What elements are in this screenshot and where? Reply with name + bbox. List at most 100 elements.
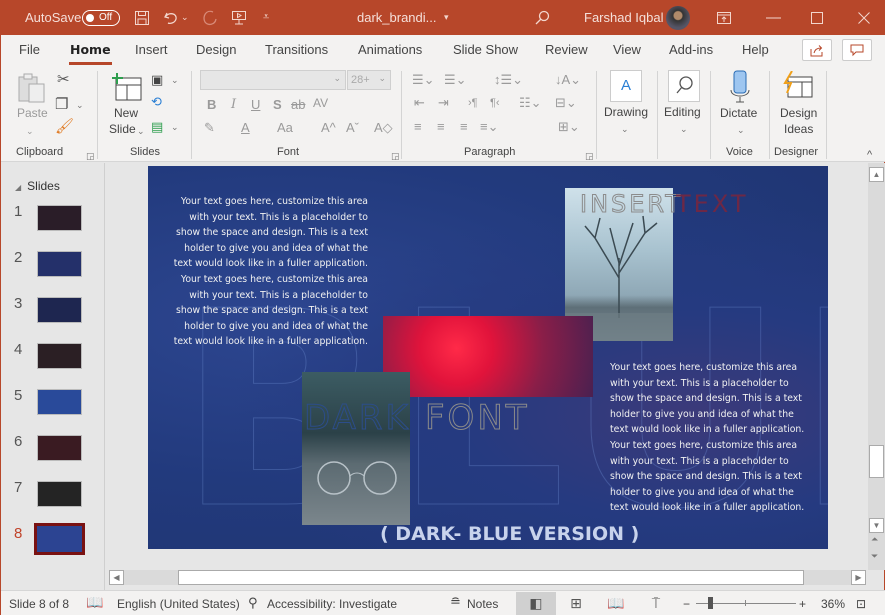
scroll-left-button[interactable]: ◀ [109, 570, 124, 585]
align-left-icon[interactable]: ≡ [414, 119, 422, 135]
decrease-indent-icon[interactable]: ⇤ [414, 95, 425, 111]
slide-thumbnail-8[interactable] [34, 523, 85, 555]
save-icon[interactable] [134, 0, 150, 39]
highlight-icon[interactable]: ✎ [204, 120, 215, 136]
zoom-slider-thumb[interactable] [708, 597, 714, 609]
slide-show-button[interactable]: ⍑ [636, 592, 676, 615]
rtl-icon[interactable]: ¶‹ [490, 95, 500, 111]
tab-design[interactable]: Design [196, 42, 236, 57]
align-center-icon[interactable]: ≡ [437, 119, 445, 135]
underline-button[interactable]: U [251, 97, 260, 113]
notes-button[interactable]: Notes [467, 597, 498, 611]
undo-dropdown-icon[interactable]: ⌄ [181, 0, 189, 35]
decrease-font-icon[interactable]: Aˇ [346, 120, 359, 136]
section-dropdown-icon[interactable]: ⌄ [171, 119, 179, 135]
next-slide-icon[interactable]: ⏷ [871, 551, 878, 562]
spell-check-icon[interactable]: 📖 [86, 594, 103, 611]
cut-icon[interactable]: ✂ [57, 72, 70, 88]
reading-view-button[interactable]: 📖 [596, 592, 636, 615]
zoom-level[interactable]: 36% [821, 597, 845, 611]
section-icon[interactable]: ▤ [151, 119, 163, 135]
horizontal-scroll-thumb[interactable] [178, 570, 804, 585]
scroll-up-button[interactable]: ▲ [869, 167, 884, 182]
insert-heading[interactable]: INSERT [579, 190, 683, 219]
increase-font-icon[interactable]: A^ [321, 120, 336, 136]
vertical-scroll-thumb[interactable] [869, 445, 884, 478]
increase-indent-icon[interactable]: ⇥ [438, 95, 449, 111]
undo-icon[interactable] [163, 0, 181, 39]
ltr-icon[interactable]: ›¶ [468, 95, 478, 111]
slide-thumbnail-3[interactable] [37, 297, 82, 323]
slide-thumbnail-6[interactable] [37, 435, 82, 461]
share-button[interactable] [802, 39, 832, 61]
font-color-icon[interactable]: A [241, 120, 250, 136]
fit-to-window-icon[interactable]: ⊡ [856, 597, 866, 611]
document-title[interactable]: dark_brandi... [357, 0, 437, 35]
collapse-triangle-icon[interactable]: ◢ [15, 183, 21, 192]
previous-slide-icon[interactable]: ⏶ [871, 534, 878, 545]
left-text-box[interactable]: Your text goes here, customize this area… [168, 194, 368, 350]
notes-icon[interactable]: ≘ [450, 594, 461, 610]
line-spacing-icon[interactable]: ↕☰⌄ [494, 72, 523, 88]
title-dropdown-icon[interactable]: ▾ [444, 0, 449, 35]
tab-animations[interactable]: Animations [358, 42, 422, 57]
slide-thumbnail-5[interactable] [37, 389, 82, 415]
numbering-icon[interactable]: ☰⌄ [444, 72, 467, 88]
copy-dropdown-icon[interactable]: ⌄ [76, 97, 84, 113]
tab-file[interactable]: File [19, 42, 40, 57]
tab-add-ins[interactable]: Add-ins [669, 42, 713, 57]
version-subtitle[interactable]: ( DARK- BLUE VERSION ) [380, 523, 639, 545]
align-text-icon[interactable]: ⊟⌄ [555, 95, 577, 111]
copy-icon[interactable]: ❐ [55, 97, 68, 113]
bold-button[interactable]: B [207, 97, 216, 113]
tab-transitions[interactable]: Transitions [265, 42, 328, 57]
avatar[interactable] [666, 6, 690, 30]
accessibility-icon[interactable]: ⚲ [248, 595, 258, 611]
change-case-button[interactable]: Aa [277, 120, 293, 136]
glasses-image[interactable] [302, 372, 410, 525]
font-size-dropdown[interactable]: 28+ ⌄ [347, 70, 391, 90]
slide-sorter-button[interactable]: ⊞ [556, 592, 596, 615]
customize-qat-icon[interactable]: ⩡ [263, 0, 269, 35]
tab-review[interactable]: Review [545, 42, 588, 57]
red-bokeh-image[interactable] [383, 316, 593, 397]
text-direction-icon[interactable]: ↓A⌄ [555, 72, 581, 88]
layout-dropdown-icon[interactable]: ⌄ [171, 72, 179, 88]
ribbon-display-options-icon[interactable] [717, 0, 731, 37]
collapse-ribbon-icon[interactable]: ^ [867, 147, 872, 163]
shadow-button[interactable]: S [273, 97, 282, 113]
clipboard-launcher-icon[interactable]: ◲ [86, 148, 95, 164]
columns-icon[interactable]: ☷⌄ [519, 95, 542, 111]
font-launcher-icon[interactable]: ◲ [391, 148, 400, 164]
comments-button[interactable] [842, 39, 872, 61]
zoom-out-button[interactable]: − [683, 597, 690, 611]
clear-formatting-icon[interactable]: A◇ [374, 120, 393, 136]
font-name-dropdown[interactable]: ⌄ [200, 70, 346, 90]
tab-insert[interactable]: Insert [135, 42, 168, 57]
tab-home[interactable]: Home [69, 42, 112, 65]
slide-thumbnail-7[interactable] [37, 481, 82, 507]
search-icon[interactable] [534, 0, 550, 39]
maximize-icon[interactable] [811, 0, 823, 37]
bullets-icon[interactable]: ☰⌄ [412, 72, 435, 88]
slide-thumbnail-1[interactable] [37, 205, 82, 231]
horizontal-scrollbar[interactable]: ◀ ▶ [109, 570, 866, 585]
layout-icon[interactable]: ▣ [151, 72, 163, 88]
redo-icon[interactable] [201, 0, 219, 40]
character-spacing-button[interactable]: AV [313, 95, 328, 111]
italic-button[interactable]: I [231, 97, 236, 113]
tab-view[interactable]: View [613, 42, 641, 57]
accessibility-status[interactable]: Accessibility: Investigate [267, 597, 397, 611]
language-indicator[interactable]: English (United States) [117, 597, 240, 611]
normal-view-button[interactable]: ◧ [516, 592, 556, 615]
tab-help[interactable]: Help [742, 42, 769, 57]
zoom-in-button[interactable]: + [799, 597, 806, 611]
reset-icon[interactable]: ⟲ [151, 94, 162, 110]
dark-heading[interactable]: DARK [304, 398, 411, 439]
slide-thumbnail-2[interactable] [37, 251, 82, 277]
minimize-icon[interactable]: — [766, 0, 781, 35]
smartart-icon[interactable]: ⊞⌄ [558, 119, 580, 135]
format-painter-icon[interactable]: 🖌 [55, 119, 74, 135]
user-name[interactable]: Farshad Iqbal [584, 0, 664, 35]
slide-thumbnail-4[interactable] [37, 343, 82, 369]
